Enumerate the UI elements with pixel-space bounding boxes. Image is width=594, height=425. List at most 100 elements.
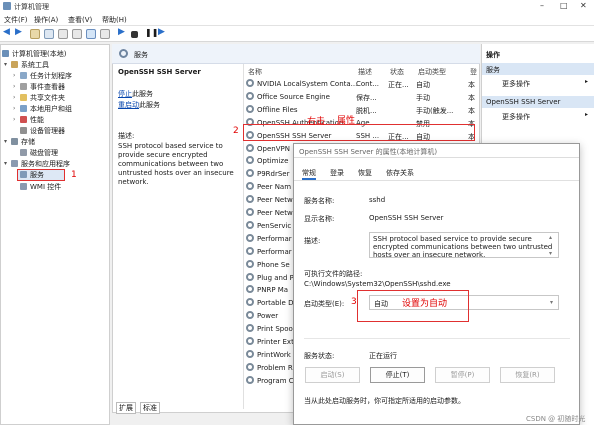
- service-row[interactable]: Printer Ext: [246, 337, 294, 348]
- service-row[interactable]: Portable D: [246, 298, 293, 309]
- tree-item-device-manager[interactable]: 设备管理器: [20, 126, 65, 136]
- tab-standard[interactable]: 标准: [140, 402, 160, 414]
- service-name: Problem R: [257, 363, 293, 372]
- service-row[interactable]: OpenVPN: [246, 143, 290, 155]
- tree-item-wmi[interactable]: WMI 控件: [20, 182, 61, 192]
- collapse-arrow-icon[interactable]: ▾: [4, 138, 7, 145]
- folder-icon[interactable]: [30, 29, 40, 39]
- wmi-icon: [20, 183, 27, 190]
- gear-icon: [246, 272, 254, 281]
- service-row[interactable]: Performar: [246, 233, 292, 245]
- start-button[interactable]: 启动(S): [305, 367, 360, 383]
- expand-arrow-icon[interactable]: ›: [13, 116, 15, 123]
- column-name[interactable]: 名称: [248, 67, 262, 77]
- column-status[interactable]: 状态: [390, 67, 404, 77]
- chevron-right-icon: ▸: [585, 78, 589, 85]
- column-description[interactable]: 描述: [358, 67, 372, 77]
- close-icon[interactable]: ✕: [580, 1, 587, 10]
- console-icon[interactable]: [44, 29, 54, 39]
- menu-help[interactable]: 帮助(H): [102, 15, 127, 25]
- tree-item-local-users[interactable]: 本地用户和组: [20, 104, 72, 114]
- tree-item-services[interactable]: 服务: [17, 169, 65, 181]
- start-service-icon[interactable]: ▶: [118, 27, 128, 37]
- tab-logon[interactable]: 登录: [330, 168, 344, 178]
- tab-general[interactable]: 常规: [302, 168, 316, 180]
- tree-item-event-viewer[interactable]: 事件查看器: [20, 82, 65, 92]
- chevron-right-icon: ▸: [585, 111, 589, 118]
- service-row[interactable]: P9RdrSer: [246, 169, 290, 180]
- gear-icon: [246, 259, 254, 268]
- export-icon[interactable]: [72, 29, 82, 39]
- expand-arrow-icon[interactable]: ›: [13, 83, 15, 90]
- expand-arrow-icon[interactable]: ›: [13, 105, 15, 112]
- service-status: 正在...: [388, 81, 409, 89]
- expand-arrow-icon[interactable]: ›: [13, 72, 15, 79]
- column-logon[interactable]: 登: [470, 67, 477, 77]
- gear-icon: [246, 182, 254, 191]
- minimize-icon[interactable]: –: [540, 1, 544, 10]
- pause-service-icon[interactable]: ❚❚: [145, 28, 158, 38]
- more-actions-2[interactable]: 更多操作: [502, 112, 530, 122]
- menu-view[interactable]: 查看(V): [68, 15, 92, 25]
- service-row[interactable]: Program C: [246, 375, 294, 387]
- tab-dependencies[interactable]: 依存关系: [386, 168, 414, 178]
- service-row[interactable]: NVIDIA LocalSystem Conta...: [246, 79, 357, 90]
- service-row[interactable]: Print Spoo: [246, 324, 293, 335]
- collapse-arrow-icon[interactable]: ▾: [4, 61, 7, 68]
- service-name: Portable D: [257, 299, 294, 308]
- pause-button[interactable]: 暂停(P): [435, 367, 490, 383]
- tree-item-performance[interactable]: 性能: [20, 115, 44, 125]
- annotation-number-3: 3: [351, 297, 357, 307]
- service-row[interactable]: Offline Files: [246, 104, 298, 116]
- service-row[interactable]: PenServic: [246, 220, 291, 232]
- stop-button[interactable]: 停止(T): [370, 367, 425, 383]
- service-row[interactable]: Problem R: [246, 362, 293, 374]
- service-row[interactable]: Phone Se: [246, 259, 290, 271]
- resume-button[interactable]: 恢复(R): [500, 367, 555, 383]
- service-row[interactable]: Power: [246, 311, 278, 322]
- service-row[interactable]: PNRP Ma: [246, 285, 288, 296]
- tree-item-disk-management[interactable]: 磁盘管理: [20, 148, 58, 158]
- tab-recovery[interactable]: 恢复: [358, 168, 372, 178]
- expand-arrow-icon[interactable]: ›: [13, 94, 15, 101]
- menu-action[interactable]: 操作(A): [34, 15, 58, 25]
- gear-icon: [246, 337, 254, 345]
- dialog-description-field[interactable]: SSH protocol based service to provide se…: [369, 232, 559, 258]
- forward-icon[interactable]: ▶: [15, 27, 25, 37]
- service-row[interactable]: Optimize: [246, 156, 288, 167]
- service-row[interactable]: Peer Netw: [246, 195, 293, 206]
- scroll-up-icon[interactable]: ▴: [549, 234, 552, 241]
- collapse-arrow-icon[interactable]: ▾: [4, 160, 7, 167]
- stop-service-icon[interactable]: [131, 31, 138, 38]
- clock-icon: [20, 72, 27, 79]
- back-icon[interactable]: ◀: [3, 27, 13, 37]
- service-row[interactable]: Performar: [246, 246, 292, 258]
- tree-item-shared-folders[interactable]: 共享文件夹: [20, 93, 65, 103]
- gear-icon: [246, 298, 254, 307]
- more-actions-1[interactable]: 更多操作: [502, 79, 530, 89]
- services-header: 服务: [112, 44, 480, 64]
- tree-item-task-scheduler[interactable]: 任务计划程序: [20, 71, 72, 81]
- tree-item-storage[interactable]: 存储: [11, 137, 35, 147]
- tree-item-root[interactable]: 计算机管理(本地): [2, 49, 66, 59]
- tree-item-system-tools[interactable]: 系统工具: [11, 60, 49, 70]
- service-row[interactable]: Peer Netw: [246, 208, 293, 219]
- refresh-icon[interactable]: [58, 29, 68, 39]
- service-row[interactable]: Peer Nam: [246, 182, 291, 193]
- help-icon[interactable]: [86, 29, 96, 39]
- tab-extended[interactable]: 扩展: [116, 402, 136, 414]
- scroll-down-icon[interactable]: ▾: [549, 250, 552, 257]
- menu-file[interactable]: 文件(F): [4, 15, 28, 25]
- service-row[interactable]: PrintWork: [246, 349, 291, 361]
- maximize-icon[interactable]: □: [560, 1, 568, 10]
- tools-icon: [11, 61, 18, 68]
- service-row[interactable]: Office Source Engine: [246, 91, 330, 103]
- restart-service-icon[interactable]: ▶: [158, 27, 168, 37]
- properties-icon[interactable]: [100, 29, 110, 39]
- tree-item-services-apps[interactable]: 服务和应用程序: [11, 159, 70, 169]
- column-startup-type[interactable]: 启动类型: [418, 67, 446, 77]
- stop-service-link[interactable]: 停止: [118, 90, 132, 98]
- service-row[interactable]: Plug and P: [246, 272, 294, 284]
- restart-service-link[interactable]: 重启动: [118, 101, 139, 109]
- service-name-label: 服务名称:: [304, 197, 335, 205]
